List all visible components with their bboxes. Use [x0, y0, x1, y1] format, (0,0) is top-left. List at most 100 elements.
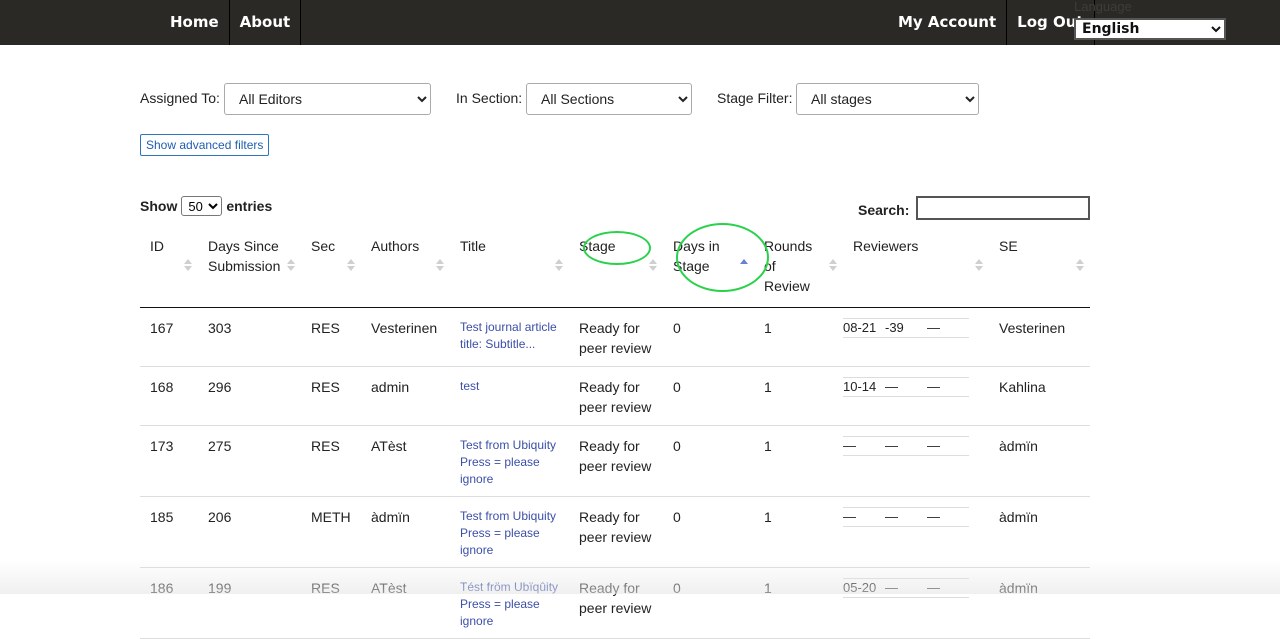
cell-id: 168: [140, 366, 198, 426]
cell-days-since-submission: 199: [198, 567, 301, 639]
cell-days-in-stage: 0: [663, 496, 754, 568]
column-header-se[interactable]: SE: [989, 228, 1090, 308]
column-header-label: ID: [150, 238, 164, 254]
cell-section-editor: Kahlina: [989, 366, 1090, 426]
table-row[interactable]: 168 296 RES admin test Ready for peer review 0…: [140, 366, 1090, 426]
column-header-id[interactable]: ID: [140, 228, 198, 308]
cell-days-since-submission: 303: [198, 307, 301, 367]
table-header-row: ID Days Since Submission Sec Authors Title St…: [140, 228, 1090, 308]
reviewer-slot: 08-21: [843, 320, 877, 335]
stage-filter-select[interactable]: All stages: [796, 83, 979, 115]
column-header-label: Sec: [311, 238, 336, 254]
language-select[interactable]: English: [1074, 18, 1226, 40]
sort-arrows-icon[interactable]: [287, 258, 295, 272]
cell-stage: Ready for peer review: [569, 366, 663, 426]
cell-days-in-stage: 0: [663, 567, 754, 639]
reviewer-slot: —: [927, 580, 940, 595]
cell-section-editor: àdmïn: [989, 425, 1090, 497]
column-header-label: Days in Stage: [673, 238, 720, 274]
sort-arrows-icon[interactable]: [740, 258, 748, 272]
cell-section-editor: Vesterinen: [989, 307, 1090, 367]
cell-id: 186: [140, 567, 198, 639]
cell-section: RES: [301, 425, 361, 497]
cell-authors: àdmïn: [361, 496, 450, 568]
cell-title-link[interactable]: Test from Ubiquity Press = please ignore: [450, 496, 569, 568]
sort-arrows-icon[interactable]: [1076, 258, 1084, 272]
entries-label: entries: [226, 198, 273, 214]
column-header-label: Rounds of Review: [764, 238, 813, 294]
show-label: Show: [140, 198, 178, 214]
cell-stage: Ready for peer review: [569, 567, 663, 639]
cell-days-since-submission: 296: [198, 366, 301, 426]
assigned-to-select[interactable]: All Editors: [224, 83, 431, 115]
cell-days-since-submission: 275: [198, 425, 301, 497]
sort-arrows-icon[interactable]: [555, 258, 563, 272]
cell-section-editor: àdmïn: [989, 496, 1090, 568]
sort-arrows-icon[interactable]: [184, 258, 192, 272]
cell-section: RES: [301, 567, 361, 639]
cell-authors: ATèst: [361, 567, 450, 639]
cell-days-in-stage: 0: [663, 366, 754, 426]
cell-days-in-stage: 0: [663, 425, 754, 497]
reviewer-slot: —: [927, 438, 940, 453]
sort-arrows-icon[interactable]: [649, 258, 657, 272]
cell-days-since-submission: 206: [198, 496, 301, 568]
cell-reviewers: 08-21 -39 —: [843, 307, 989, 367]
table-row[interactable]: 173 275 RES ATèst Test from Ubiquity Press =…: [140, 425, 1090, 497]
column-header-label: Days Since Submission: [208, 238, 281, 274]
cell-reviewers: 10-14 — —: [843, 366, 989, 426]
section-label: In Section:: [456, 90, 523, 106]
table-row[interactable]: 185 206 METH àdmïn Test from Ubiquity Press …: [140, 496, 1090, 568]
reviewer-slot: —: [843, 438, 856, 453]
reviewer-slot: -39: [885, 320, 904, 335]
sort-arrows-icon[interactable]: [347, 258, 355, 272]
show-advanced-filters-button[interactable]: Show advanced filters: [140, 134, 270, 156]
column-header-authors[interactable]: Authors: [361, 228, 450, 308]
cell-rounds-of-review: 1: [754, 496, 843, 568]
stage-filter-label: Stage Filter:: [717, 90, 793, 106]
cell-reviewers: — — —: [843, 496, 989, 568]
cell-title-link[interactable]: Tést fröm Ubïqûity Press = please ignore: [450, 567, 569, 639]
section-select[interactable]: All Sections: [526, 83, 692, 115]
entries-length-control: Show 50 entries: [140, 196, 272, 216]
cell-stage: Ready for peer review: [569, 307, 663, 367]
nav-my-account-link[interactable]: My Account: [888, 0, 1006, 45]
column-header-label: Title: [460, 238, 486, 254]
reviewer-slot: —: [885, 509, 898, 524]
column-header-days-since-submission[interactable]: Days Since Submission: [198, 228, 301, 308]
column-header-stage[interactable]: Stage: [569, 228, 663, 308]
nav-about-link[interactable]: About: [230, 0, 301, 45]
cell-authors: admin: [361, 366, 450, 426]
cell-rounds-of-review: 1: [754, 307, 843, 367]
column-header-rounds-of-review[interactable]: Rounds of Review: [754, 228, 843, 308]
cell-title-link[interactable]: Test journal article title: Subtitle...: [450, 307, 569, 367]
cell-section: METH: [301, 496, 361, 568]
table-row[interactable]: 186 199 RES ATèst Tést fröm Ubïqûity Press =…: [140, 567, 1090, 639]
sort-arrows-icon[interactable]: [829, 258, 837, 272]
cell-reviewers: 05-20 — —: [843, 567, 989, 639]
search-input[interactable]: [916, 196, 1090, 220]
reviewer-slot: —: [927, 379, 940, 394]
column-header-sec[interactable]: Sec: [301, 228, 361, 308]
cell-id: 167: [140, 307, 198, 367]
reviewer-slots: — — —: [843, 507, 969, 527]
cell-title-link[interactable]: test: [450, 366, 569, 426]
reviewer-slot: —: [885, 438, 898, 453]
nav-home-link[interactable]: Home: [160, 0, 229, 45]
submissions-table: ID Days Since Submission Sec Authors Title St…: [140, 228, 1090, 639]
column-header-reviewers[interactable]: Reviewers: [843, 228, 989, 308]
column-header-title[interactable]: Title: [450, 228, 569, 308]
cell-reviewers: — — —: [843, 425, 989, 497]
language-label: Language: [1074, 0, 1132, 14]
sort-arrows-icon[interactable]: [975, 258, 983, 272]
search-label: Search:: [858, 202, 910, 218]
reviewer-slot: —: [843, 509, 856, 524]
column-header-label: Stage: [579, 238, 616, 254]
cell-title-link[interactable]: Test from Ubiquity Press = please ignore: [450, 425, 569, 497]
entries-select[interactable]: 50: [181, 196, 223, 216]
table-row[interactable]: 167 303 RES Vesterinen Test journal article …: [140, 307, 1090, 367]
cell-section: RES: [301, 366, 361, 426]
column-header-days-in-stage[interactable]: Days in Stage: [663, 228, 754, 308]
sort-arrows-icon[interactable]: [436, 258, 444, 272]
reviewer-slots: 10-14 — —: [843, 377, 969, 397]
